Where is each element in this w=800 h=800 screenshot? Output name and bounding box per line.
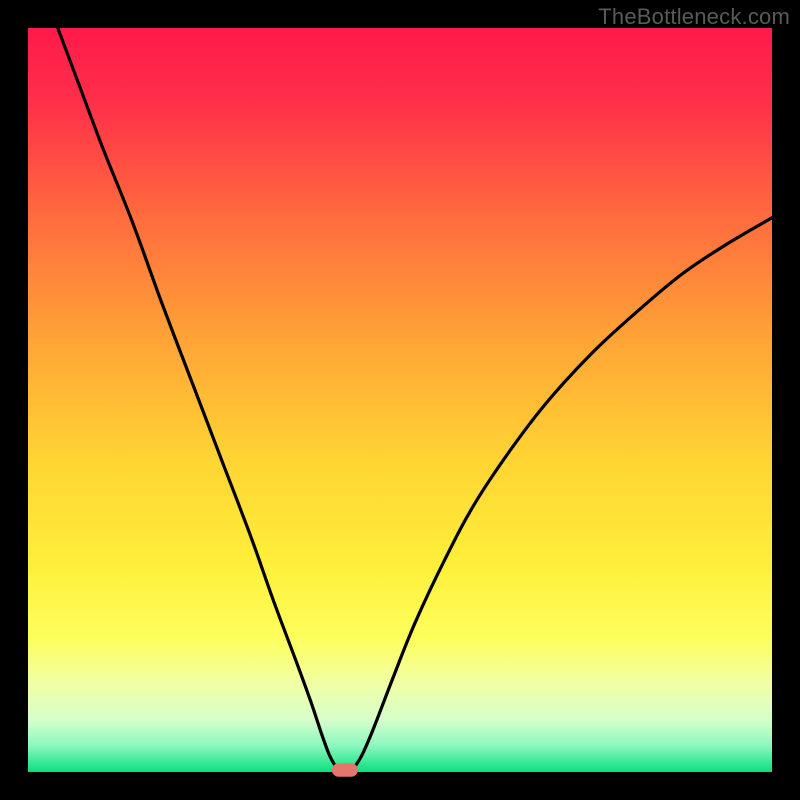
marker-layer — [332, 763, 358, 776]
bottleneck-chart — [0, 0, 800, 800]
optimal-marker — [332, 763, 358, 776]
chart-frame: TheBottleneck.com — [0, 0, 800, 800]
watermark-text: TheBottleneck.com — [598, 4, 790, 30]
